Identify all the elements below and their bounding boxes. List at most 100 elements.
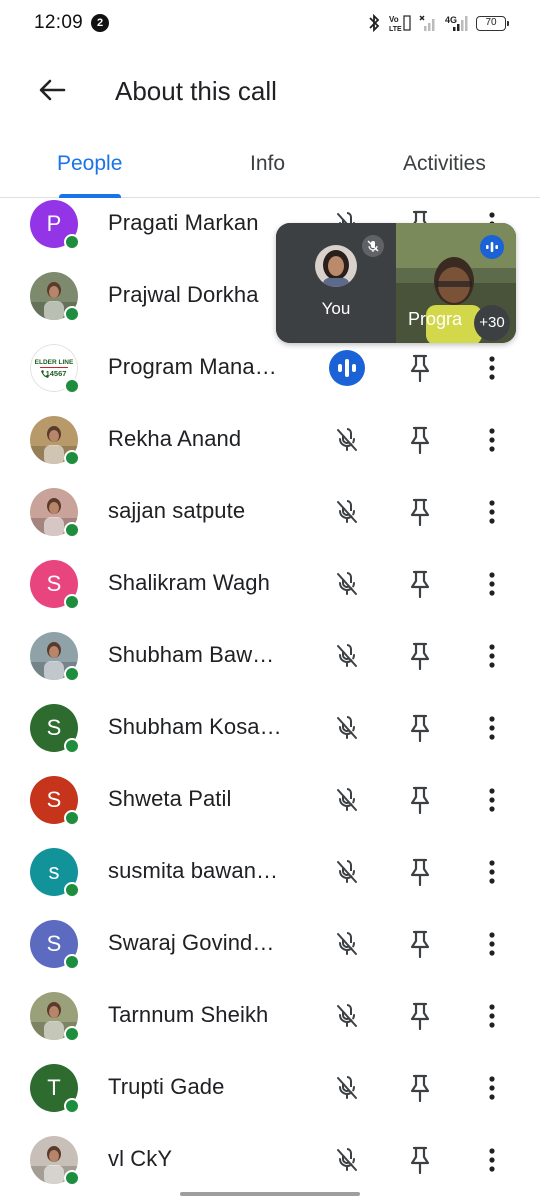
participant-name: vl CkY — [108, 1146, 173, 1171]
pin-button[interactable] — [402, 422, 438, 458]
more-options-button[interactable] — [476, 782, 508, 818]
more-options-button[interactable] — [476, 494, 508, 530]
mic-off-icon — [329, 1070, 365, 1106]
online-status-dot — [64, 234, 80, 250]
arrow-back-icon — [39, 79, 66, 101]
more-options-button[interactable] — [476, 998, 508, 1034]
pin-icon — [410, 786, 430, 815]
self-label: You — [321, 299, 351, 318]
status-time: 12:09 — [34, 12, 84, 33]
pin-button[interactable] — [402, 494, 438, 530]
self-tile[interactable]: You — [276, 223, 396, 343]
participant-row[interactable]: Tarnnum Sheikh — [0, 980, 540, 1052]
participant-name: Program Mana… — [108, 354, 277, 379]
mic-off-icon — [329, 1142, 365, 1178]
online-status-dot — [64, 450, 80, 466]
pin-icon — [410, 1146, 430, 1175]
more-options-button[interactable] — [476, 1070, 508, 1106]
online-status-dot — [64, 306, 80, 322]
participant-name: Shubham Baw… — [108, 642, 275, 667]
participant-name: Pragati Markan — [108, 210, 259, 235]
more-options-button[interactable] — [476, 638, 508, 674]
more-options-button[interactable] — [476, 422, 508, 458]
more-options-button[interactable] — [476, 1142, 508, 1178]
online-status-dot — [64, 522, 80, 538]
participant-row[interactable]: Shubham Baw… — [0, 620, 540, 692]
participant-name: susmita bawan… — [108, 858, 279, 883]
tab-people[interactable]: People — [57, 152, 122, 176]
status-icons: Vo LTE 4G 70 — [366, 12, 509, 34]
pin-button[interactable] — [402, 926, 438, 962]
pin-button[interactable] — [402, 1142, 438, 1178]
gesture-bar[interactable] — [180, 1192, 360, 1196]
more-vert-icon — [489, 428, 495, 452]
pin-icon — [410, 714, 430, 743]
notification-badge: 2 — [91, 14, 109, 32]
participant-name: Prajwal Dorkha — [108, 282, 259, 307]
more-options-button[interactable] — [476, 926, 508, 962]
online-status-dot — [64, 666, 80, 682]
pin-icon — [410, 498, 430, 527]
more-options-button[interactable] — [476, 854, 508, 890]
more-vert-icon — [489, 860, 495, 884]
more-vert-icon — [489, 500, 495, 524]
pin-icon — [410, 354, 430, 383]
participant-row[interactable]: Rekha Anand — [0, 404, 540, 476]
pin-button[interactable] — [402, 638, 438, 674]
tab-activities[interactable]: Activities — [403, 152, 486, 176]
online-status-dot — [64, 1098, 80, 1114]
tab-info[interactable]: Info — [250, 152, 285, 176]
pin-icon — [410, 1002, 430, 1031]
remote-speaking-icon — [480, 235, 504, 259]
participant-row[interactable]: sajjan satpute — [0, 476, 540, 548]
participant-name: sajjan satpute — [108, 498, 246, 523]
pin-button[interactable] — [402, 350, 438, 386]
participant-row[interactable]: S Shweta Patil — [0, 764, 540, 836]
svg-text:4G: 4G — [445, 15, 457, 25]
participant-row[interactable]: s susmita bawan… — [0, 836, 540, 908]
more-options-button[interactable] — [476, 566, 508, 602]
pin-button[interactable] — [402, 1070, 438, 1106]
pin-button[interactable] — [402, 998, 438, 1034]
participant-row[interactable]: T Trupti Gade — [0, 1052, 540, 1124]
self-mic-off-icon — [362, 235, 384, 257]
pin-button[interactable] — [402, 566, 438, 602]
participant-name: Rekha Anand — [108, 426, 242, 451]
pin-button[interactable] — [402, 710, 438, 746]
pin-icon — [410, 642, 430, 671]
online-status-dot — [64, 378, 80, 394]
mic-off-icon — [329, 638, 365, 674]
pin-button[interactable] — [402, 782, 438, 818]
more-participants-count[interactable]: +30 — [474, 305, 510, 341]
remote-tile[interactable]: Progra +30 — [396, 223, 516, 343]
call-preview[interactable]: You Progra +30 — [276, 223, 516, 343]
mic-off-icon — [329, 422, 365, 458]
participant-name: Swaraj Govind… — [108, 930, 275, 955]
pin-icon — [410, 858, 430, 887]
mic-off-icon — [329, 926, 365, 962]
pin-icon — [410, 426, 430, 455]
online-status-dot — [64, 1170, 80, 1186]
participant-row[interactable]: S Shubham Kosa… — [0, 692, 540, 764]
participant-row[interactable]: S Swaraj Govind… — [0, 908, 540, 980]
pin-icon — [410, 930, 430, 959]
online-status-dot — [64, 594, 80, 610]
mic-off-icon — [329, 710, 365, 746]
svg-text:LTE: LTE — [389, 26, 402, 32]
more-vert-icon — [489, 788, 495, 812]
pin-icon — [410, 570, 430, 599]
elder-line-number: 14567 — [46, 369, 67, 378]
more-vert-icon — [489, 356, 495, 380]
more-options-button[interactable] — [476, 350, 508, 386]
mic-off-icon — [329, 854, 365, 890]
more-options-button[interactable] — [476, 710, 508, 746]
mic-off-icon — [329, 566, 365, 602]
more-vert-icon — [489, 1004, 495, 1028]
participant-row[interactable]: vl CkY — [0, 1124, 540, 1196]
back-button[interactable] — [28, 70, 76, 110]
elder-line-logo-text: ELDER LINE — [35, 359, 74, 366]
participant-name: Shubham Kosa… — [108, 714, 282, 739]
pin-button[interactable] — [402, 854, 438, 890]
participant-row[interactable]: S Shalikram Wagh — [0, 548, 540, 620]
battery-indicator: 70 — [476, 15, 509, 31]
